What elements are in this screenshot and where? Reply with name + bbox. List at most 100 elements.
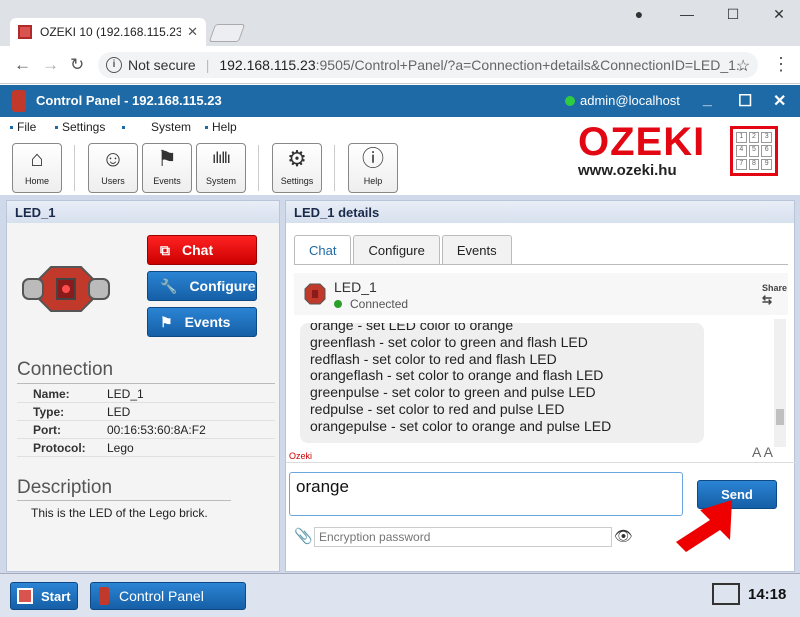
left-panel-header: LED_1 bbox=[7, 201, 279, 223]
share-label: Share bbox=[762, 283, 788, 293]
reload-icon[interactable]: ↻ bbox=[70, 55, 84, 75]
settings-button[interactable]: ⚙ Settings bbox=[272, 143, 322, 193]
browser-menu-icon[interactable]: ⋮ bbox=[772, 54, 790, 75]
monitor-icon[interactable] bbox=[712, 583, 740, 605]
settings-label: Settings bbox=[280, 176, 314, 186]
tab-underline bbox=[294, 264, 788, 265]
close-tab-icon[interactable]: ✕ bbox=[187, 24, 198, 40]
security-label: Not secure bbox=[128, 57, 196, 73]
scrollbar-thumb[interactable] bbox=[776, 409, 784, 425]
chat-icon: ⧉ bbox=[160, 241, 170, 258]
ozeki-brand: OZEKI www.ozeki.hu 123 456 789 bbox=[578, 120, 778, 179]
chat-button[interactable]: ⧉ Chat bbox=[147, 235, 257, 265]
site-info-icon[interactable]: i bbox=[106, 57, 122, 73]
system-button[interactable]: ılıllı System bbox=[196, 143, 246, 193]
url-field[interactable]: i Not secure | 192.168.115.23:9505/Contr… bbox=[98, 52, 758, 78]
font-size-toggle[interactable]: A A bbox=[752, 444, 773, 460]
chat-button-label: Chat bbox=[182, 242, 214, 258]
app-title: Control Panel - 192.168.115.23 bbox=[36, 93, 222, 108]
address-bar-row: ← → ↻ i Not secure | 192.168.115.23:9505… bbox=[0, 46, 800, 84]
control-panel-taskbar-button[interactable]: Control Panel bbox=[90, 582, 246, 610]
divider bbox=[17, 383, 275, 384]
menu-system-dot[interactable] bbox=[122, 120, 129, 134]
user-label[interactable]: admin@localhost bbox=[580, 93, 680, 108]
app-minimize-button[interactable]: _ bbox=[703, 91, 712, 109]
start-icon bbox=[17, 588, 33, 604]
users-button[interactable]: ☺ Users bbox=[88, 143, 138, 193]
tab-chat[interactable]: Chat bbox=[294, 235, 352, 265]
message-line: orangeflash - set color to orange and fl… bbox=[310, 367, 604, 384]
gear-icon: ⚙ bbox=[287, 146, 307, 171]
minimize-window-button[interactable]: — bbox=[676, 6, 698, 24]
app-close-button[interactable]: ✕ bbox=[773, 91, 786, 111]
led-device-icon bbox=[22, 266, 110, 312]
control-panel-label: Control Panel bbox=[119, 588, 204, 604]
url-separator: | bbox=[205, 57, 210, 73]
divider bbox=[286, 462, 796, 463]
flag-icon: ⚑ bbox=[160, 313, 173, 330]
connected-status-icon bbox=[334, 300, 342, 308]
message-line: redpulse - set color to red and pulse LE… bbox=[310, 400, 565, 417]
menu-settings[interactable]: Settings bbox=[55, 120, 105, 134]
events-toolbar-button[interactable]: ⚑ Events bbox=[142, 143, 192, 193]
connection-table: Name: LED_1 Type: LED Port: 00:16:53:60:8A:… bbox=[17, 385, 275, 457]
info-icon: ⓘ bbox=[361, 146, 384, 171]
bookmark-star-icon[interactable]: ☆ bbox=[736, 56, 750, 76]
app-maximize-button[interactable]: ☐ bbox=[738, 91, 752, 111]
details-tabs: Chat Configure Events bbox=[294, 235, 514, 265]
profile-icon[interactable]: ● bbox=[628, 6, 650, 24]
menu-file[interactable]: File bbox=[10, 120, 36, 134]
wrench-icon: 🔧 bbox=[160, 277, 178, 294]
users-label: Users bbox=[101, 176, 125, 186]
toolbar-separator bbox=[258, 145, 259, 191]
table-row: Name: LED_1 bbox=[17, 385, 275, 403]
start-label: Start bbox=[41, 588, 71, 604]
configure-button-label: Configure bbox=[189, 278, 256, 294]
browser-tab[interactable]: OZEKI 10 (192.168.115.23 ✕ bbox=[10, 18, 206, 46]
help-label: Help bbox=[363, 176, 383, 186]
share-button[interactable]: Share ⇆ bbox=[762, 283, 787, 307]
message-line: redflash - set color to red and flash LE… bbox=[310, 350, 557, 367]
led-avatar-icon bbox=[304, 283, 326, 305]
table-row: Port: 00:16:53:60:8A:F2 bbox=[17, 421, 275, 439]
app-header: Control Panel - 192.168.115.23 admin@loc… bbox=[0, 85, 800, 117]
new-tab-button[interactable] bbox=[208, 24, 246, 42]
ozeki-logo-icon bbox=[12, 90, 26, 112]
message-bubble: orange - set LED color to orange greenfl… bbox=[300, 323, 704, 443]
contact-status: Connected bbox=[350, 297, 409, 311]
description-text: This is the LED of the Lego brick. bbox=[31, 506, 208, 520]
menu-help[interactable]: Help bbox=[205, 120, 237, 134]
back-icon[interactable]: ← bbox=[14, 55, 31, 75]
table-row: Type: LED bbox=[17, 403, 275, 421]
maximize-window-button[interactable]: ☐ bbox=[722, 6, 744, 24]
encryption-password-field[interactable] bbox=[314, 527, 612, 547]
contact-name: LED_1 bbox=[334, 279, 377, 295]
taskbar: Start Control Panel 14:18 bbox=[0, 573, 800, 617]
home-button[interactable]: ⌂ Home bbox=[12, 143, 62, 193]
brand-name: OZEKI bbox=[578, 120, 706, 164]
tab-events[interactable]: Events bbox=[441, 235, 512, 265]
show-password-icon[interactable]: 👁 bbox=[614, 527, 633, 545]
tab-title: OZEKI 10 (192.168.115.23 bbox=[40, 25, 182, 39]
message-scrollbar[interactable] bbox=[774, 319, 786, 447]
attachment-icon[interactable]: 📎 bbox=[294, 527, 313, 545]
tab-configure[interactable]: Configure bbox=[353, 235, 440, 265]
events-button[interactable]: ⚑ Events bbox=[147, 307, 257, 337]
close-window-button[interactable]: ✕ bbox=[768, 6, 790, 24]
system-label: System bbox=[205, 176, 236, 186]
connection-title: Connection bbox=[17, 359, 114, 380]
forward-icon[interactable]: → bbox=[42, 55, 59, 75]
message-input[interactable]: orange bbox=[289, 472, 683, 516]
toolbar-separator bbox=[74, 145, 75, 191]
help-button[interactable]: ⓘ Help bbox=[348, 143, 398, 193]
configure-button[interactable]: 🔧 Configure bbox=[147, 271, 257, 301]
red-arrow-annotation-icon bbox=[676, 500, 732, 552]
events-button-label: Events bbox=[184, 314, 231, 330]
home-label: Home bbox=[24, 176, 49, 186]
events-toolbar-label: Events bbox=[153, 176, 181, 186]
toolbar-separator bbox=[334, 145, 335, 191]
start-button[interactable]: Start bbox=[10, 582, 78, 610]
menu-system[interactable]: System bbox=[151, 120, 191, 134]
url-host: 192.168.115.23 bbox=[219, 57, 316, 73]
bars-icon: ılıllı bbox=[212, 150, 231, 167]
